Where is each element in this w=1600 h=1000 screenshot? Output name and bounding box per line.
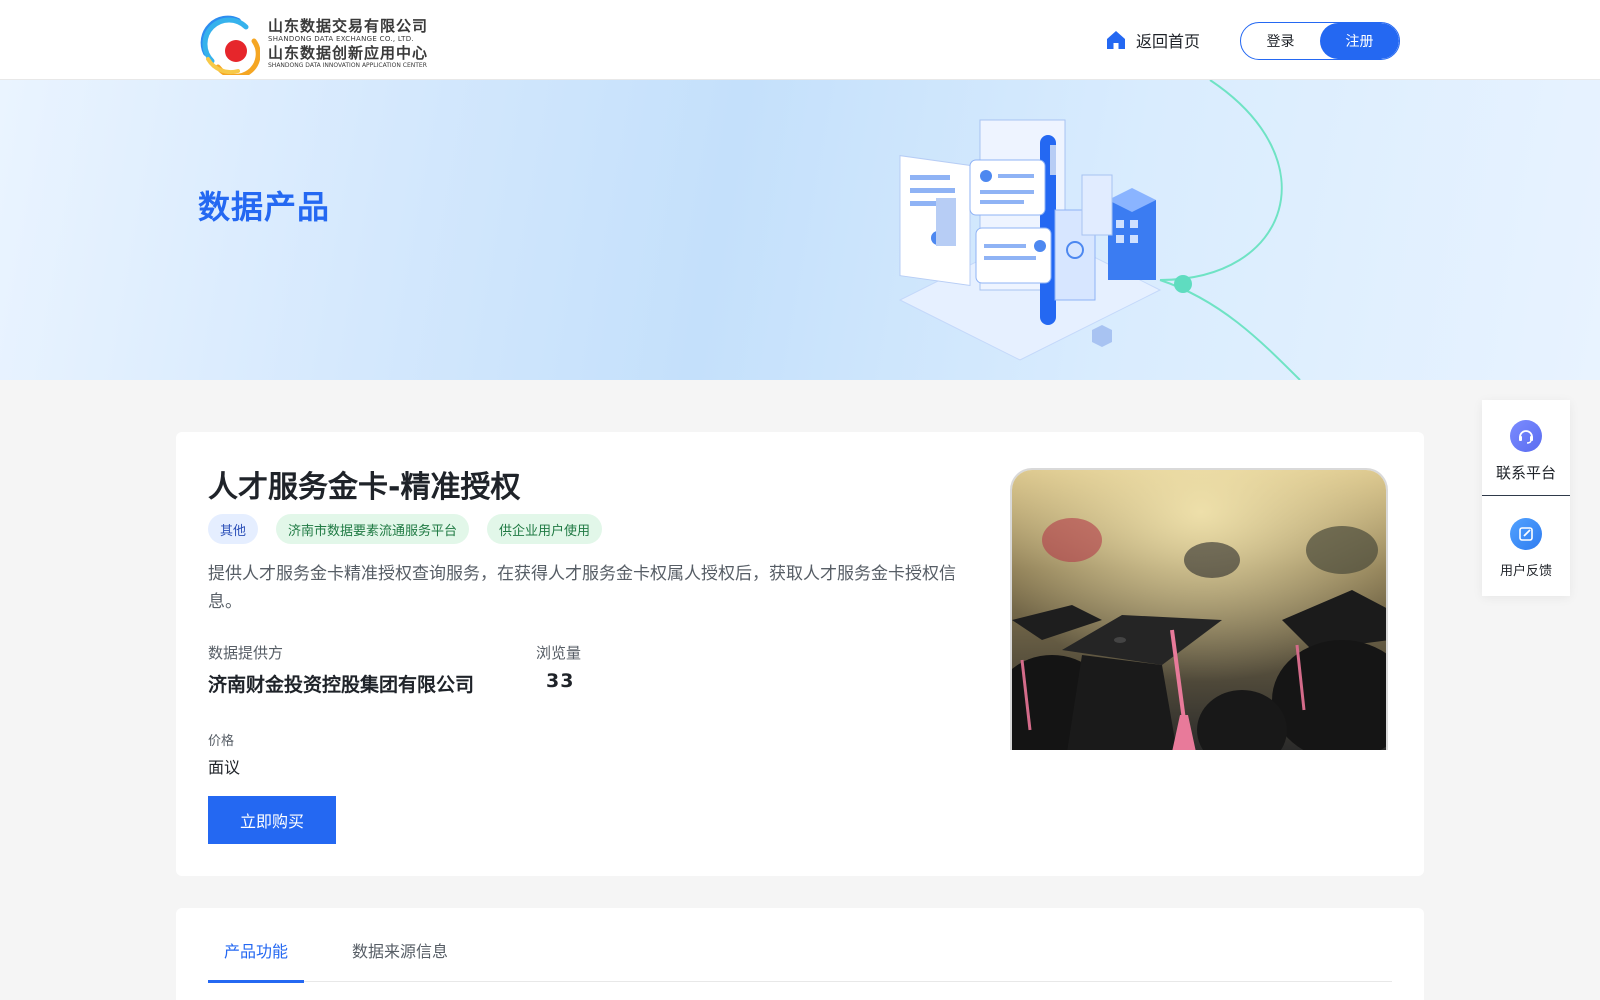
home-link-label: 返回首页 (1136, 32, 1201, 51)
logo[interactable]: 山东数据交易有限公司 SHANDONG DATA EXCHANGE CO., L… (198, 12, 460, 79)
tag-platform: 济南市数据要素流通服务平台 (276, 514, 470, 544)
product-tags: 其他 济南市数据要素流通服务平台 供企业用户使用 (208, 514, 603, 544)
logo-en-line1: SHANDONG DATA EXCHANGE CO., LTD. (268, 35, 414, 43)
logo-cn-line1: 山东数据交易有限公司 (268, 17, 429, 35)
views-value: 33 (546, 670, 575, 692)
tabs-card: 产品功能 数据来源信息 (176, 908, 1424, 1000)
user-feedback-button[interactable]: 用户反馈 (1482, 498, 1570, 594)
contact-platform-label: 联系平台 (1495, 464, 1556, 482)
product-image (1010, 468, 1388, 750)
active-tab-indicator (208, 980, 304, 983)
tab-product-function[interactable]: 产品功能 (224, 938, 288, 962)
hero-banner: 数据产品 (0, 80, 1600, 380)
price-value: 面议 (208, 758, 241, 777)
buy-now-button[interactable]: 立即购买 (208, 796, 336, 844)
logo-icon (198, 13, 261, 79)
tab-data-source[interactable]: 数据来源信息 (352, 938, 448, 962)
banner-title: 数据产品 (198, 188, 331, 226)
auth-buttons: 登录 注册 (1240, 22, 1400, 60)
product-detail-card: 人才服务金卡-精准授权 其他 济南市数据要素流通服务平台 供企业用户使用 提供人… (176, 432, 1424, 876)
tag-audience: 供企业用户使用 (487, 514, 603, 544)
register-button[interactable]: 注册 (1320, 23, 1399, 59)
logo-en-line2: SHANDONG DATA INNOVATION APPLICATION CEN… (268, 62, 427, 69)
logo-cn-line2: 山东数据创新应用中心 (268, 44, 429, 62)
headset-icon (1510, 420, 1542, 452)
provider-value: 济南财金投资控股集团有限公司 (208, 674, 475, 696)
banner-illustration (898, 80, 1301, 380)
product-title: 人才服务金卡-精准授权 (208, 470, 521, 505)
user-feedback-label: 用户反馈 (1499, 564, 1552, 579)
views-label: 浏览量 (536, 644, 582, 662)
price-label: 价格 (208, 734, 235, 749)
tag-category: 其他 (208, 514, 259, 544)
provider-label: 数据提供方 (208, 644, 284, 662)
product-description: 提供人才服务金卡精准授权查询服务，在获得人才服务金卡权属人授权后，获取人才服务金… (208, 564, 956, 612)
contact-platform-button[interactable]: 联系平台 (1482, 400, 1570, 496)
top-header: 山东数据交易有限公司 SHANDONG DATA EXCHANGE CO., L… (0, 0, 1600, 80)
edit-icon (1510, 518, 1542, 550)
floating-side-panel: 联系平台 用户反馈 (1482, 400, 1570, 596)
login-button[interactable]: 登录 (1241, 23, 1320, 59)
home-link[interactable]: 返回首页 (1104, 26, 1200, 54)
product-tabs: 产品功能 数据来源信息 (208, 908, 1392, 983)
home-icon (1107, 31, 1125, 49)
